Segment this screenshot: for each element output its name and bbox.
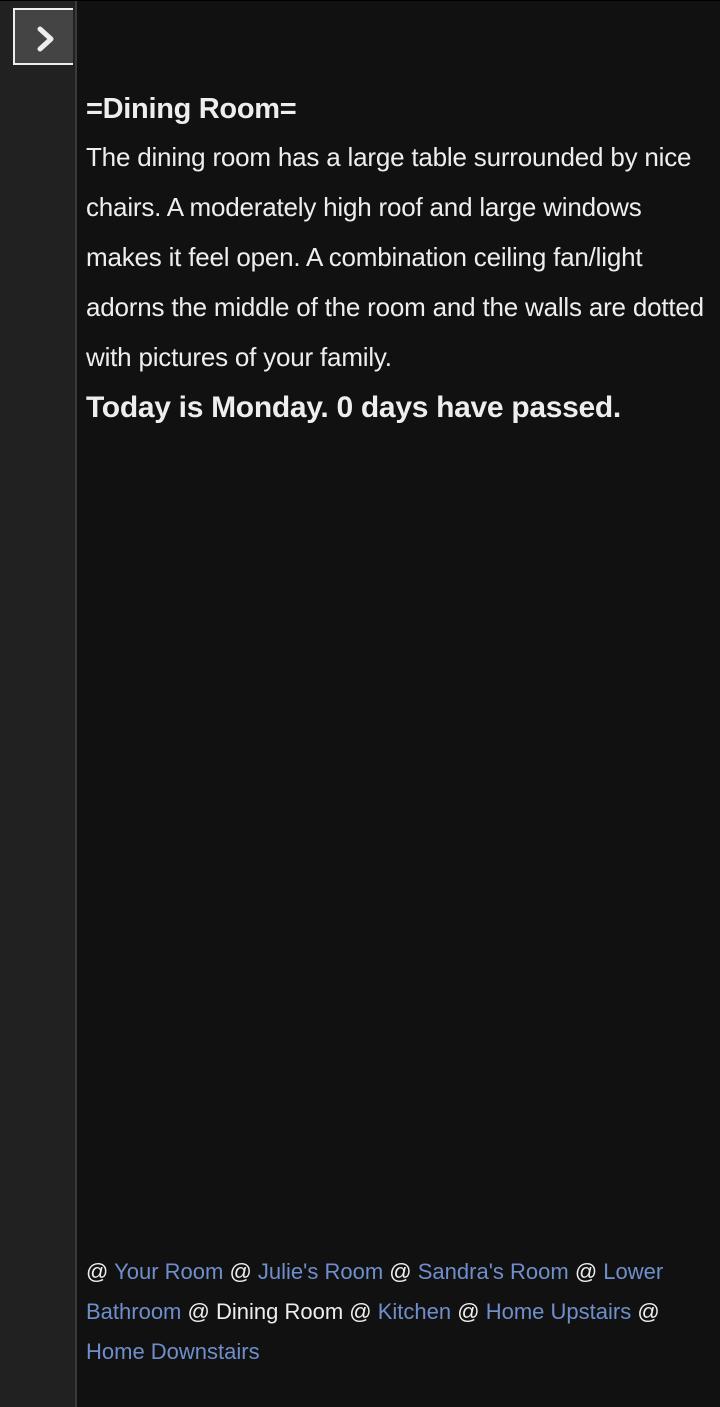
nav-separator: @	[229, 1259, 252, 1284]
nav-separator: @	[574, 1259, 598, 1284]
nav-separator: @	[389, 1259, 412, 1284]
nav-link-sandras-room[interactable]: Sandra's Room	[418, 1259, 569, 1284]
nav-separator: @	[187, 1299, 210, 1324]
nav-link-kitchen[interactable]: Kitchen	[378, 1299, 451, 1324]
room-description: The dining room has a large table surrou…	[86, 142, 704, 372]
room-title: =Dining Room=	[86, 93, 297, 125]
nav-link-julies-room[interactable]: Julie's Room	[258, 1259, 383, 1284]
nav-link-home-upstairs[interactable]: Home Upstairs	[486, 1299, 631, 1324]
sidebar	[0, 1, 77, 1407]
day-status: Today is Monday. 0 days have passed.	[86, 391, 621, 424]
location-nav: @ Your Room @ Julie's Room @ Sandra's Ro…	[86, 1252, 710, 1372]
nav-separator: @	[637, 1299, 660, 1324]
chevron-right-icon	[37, 26, 54, 52]
nav-link-home-downstairs[interactable]: Home Downstairs	[86, 1339, 260, 1364]
nav-separator: @	[457, 1299, 480, 1324]
passage: =Dining Room= The dining room has a larg…	[86, 86, 710, 432]
nav-current-dining-room: Dining Room	[215, 1299, 344, 1324]
top-border	[0, 0, 720, 1]
nav-link-your-room[interactable]: Your Room	[114, 1259, 223, 1284]
nav-separator: @	[86, 1259, 109, 1284]
nav-separator: @	[349, 1299, 372, 1324]
sidebar-toggle-button[interactable]	[13, 8, 73, 65]
